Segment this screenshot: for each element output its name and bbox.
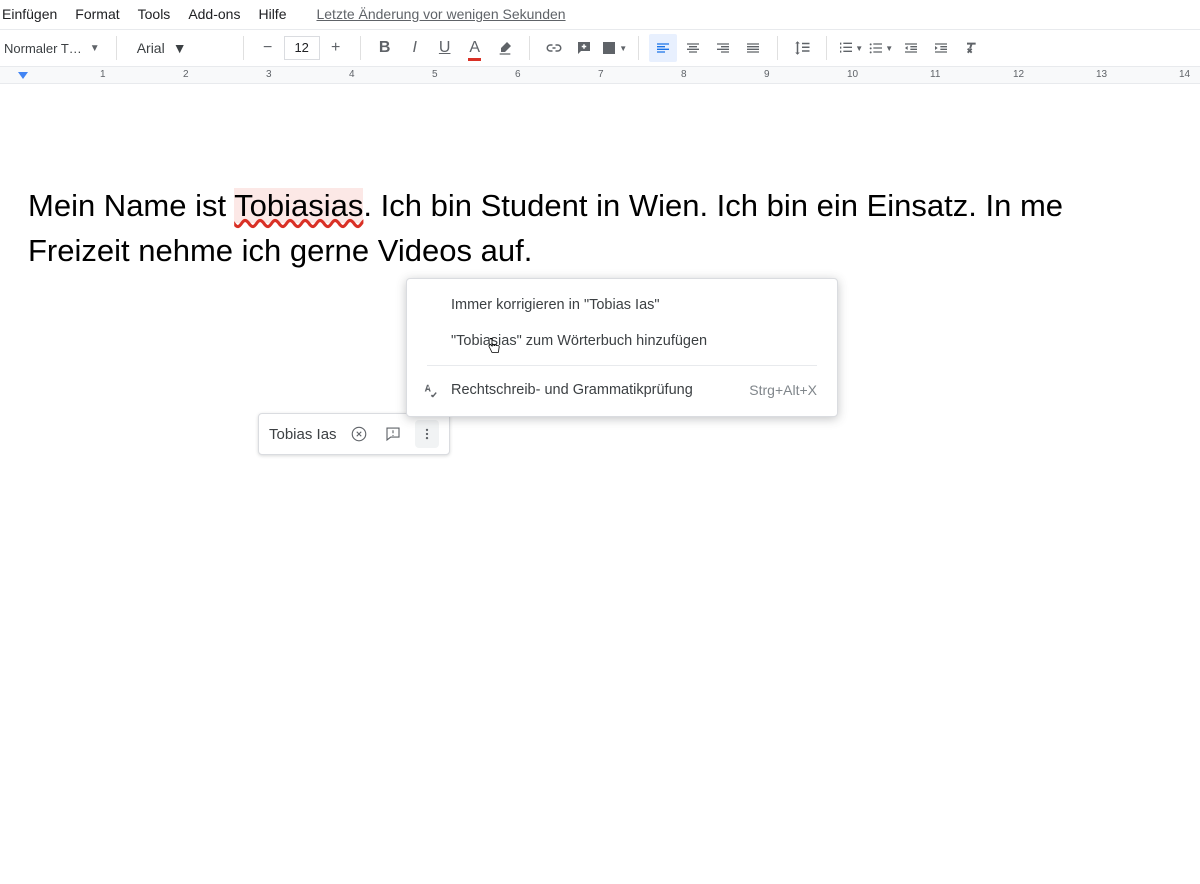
menu-divider: [427, 365, 817, 366]
highlight-button[interactable]: [491, 34, 519, 62]
paragraph-style-label: Normaler T…: [4, 41, 82, 56]
align-right-button[interactable]: [709, 34, 737, 62]
decrease-indent-icon: [903, 40, 919, 56]
ruler-tick: 5: [432, 69, 438, 80]
menu-format[interactable]: Format: [75, 6, 119, 22]
indent-marker-icon[interactable]: [18, 72, 28, 79]
numbered-list-button[interactable]: ▼: [837, 34, 865, 62]
align-justify-icon: [745, 40, 761, 56]
increase-font-size-button[interactable]: +: [322, 34, 350, 62]
numbered-list-icon: [838, 40, 854, 56]
kebab-icon: [420, 427, 434, 441]
ruler-tick: 11: [930, 69, 940, 80]
document-page[interactable]: Tobias Ias Immer korrigieren in "Tobias …: [0, 84, 1200, 884]
clear-formatting-icon: [963, 40, 979, 56]
comment-alert-icon: [384, 425, 402, 443]
separator: [638, 36, 639, 60]
text-run: Freizeit nehme ich gerne Videos auf.: [28, 233, 532, 268]
ruler-tick: 3: [266, 69, 272, 80]
separator: [777, 36, 778, 60]
ruler-tick: 1: [100, 69, 106, 80]
last-edit-link[interactable]: Letzte Änderung vor wenigen Sekunden: [316, 6, 565, 22]
document-body[interactable]: Mein Name ist Tobiasias. Ich bin Student…: [0, 184, 1200, 274]
bulleted-list-button[interactable]: ▼: [867, 34, 895, 62]
menu-addons[interactable]: Add-ons: [188, 6, 240, 22]
separator: [529, 36, 530, 60]
link-icon: [545, 39, 563, 57]
ruler-tick: 14: [1179, 69, 1190, 80]
misspelled-word[interactable]: Tobiasias: [234, 188, 363, 223]
underline-button[interactable]: U: [431, 34, 459, 62]
font-family-label: Arial: [137, 40, 165, 56]
caret-down-icon: ▼: [173, 40, 187, 56]
dismiss-suggestion-button[interactable]: [347, 422, 371, 446]
decrease-indent-button[interactable]: [897, 34, 925, 62]
font-family-select[interactable]: Arial ▼: [127, 40, 233, 56]
align-left-icon: [655, 40, 671, 56]
ruler-tick: 9: [764, 69, 770, 80]
menu-insert[interactable]: Einfügen: [2, 6, 57, 22]
spellcheck-suggestion-bubble: Tobias Ias: [258, 413, 450, 455]
separator: [360, 36, 361, 60]
separator: [826, 36, 827, 60]
menu-tools[interactable]: Tools: [138, 6, 171, 22]
more-options-button[interactable]: [415, 420, 439, 448]
menubar: Einfügen Format Tools Add-ons Hilfe Letz…: [0, 0, 1200, 29]
menu-shortcut: Strg+Alt+X: [749, 382, 817, 398]
menu-always-correct[interactable]: Immer korrigieren in "Tobias Ias": [407, 287, 837, 323]
ruler-tick: 4: [349, 69, 355, 80]
ruler[interactable]: 1 2 3 4 5 6 7 8 9 10 11 12 13 14: [0, 67, 1200, 84]
align-left-button[interactable]: [649, 34, 677, 62]
italic-button[interactable]: I: [401, 34, 429, 62]
text-run: . Ich bin Student in Wien. Ich bin ein E…: [363, 188, 1063, 223]
menu-add-to-dictionary[interactable]: "Tobiasias" zum Wörterbuch hinzufügen: [407, 323, 837, 359]
line-spacing-icon: [793, 39, 811, 57]
text-color-button[interactable]: A: [461, 34, 489, 62]
align-center-button[interactable]: [679, 34, 707, 62]
suggestion-text[interactable]: Tobias Ias: [269, 426, 337, 443]
spellcheck-icon: [421, 381, 439, 399]
menu-item-label: Rechtschreib- und Grammatikprüfung: [451, 382, 693, 398]
ruler-tick: 2: [183, 69, 189, 80]
close-circle-icon: [350, 425, 368, 443]
highlighter-icon: [497, 40, 513, 56]
feedback-button[interactable]: [381, 422, 405, 446]
increase-indent-button[interactable]: [927, 34, 955, 62]
font-size-input[interactable]: 12: [284, 36, 320, 60]
separator: [243, 36, 244, 60]
caret-down-icon: ▼: [90, 43, 100, 54]
separator: [116, 36, 117, 60]
bulleted-list-icon: [868, 40, 884, 56]
text-run: Mein Name ist: [28, 188, 234, 223]
spellcheck-context-menu: Immer korrigieren in "Tobias Ias" "Tobia…: [406, 278, 838, 417]
ruler-tick: 8: [681, 69, 687, 80]
ruler-tick: 10: [847, 69, 858, 80]
clear-formatting-button[interactable]: [957, 34, 985, 62]
ruler-tick: 7: [598, 69, 604, 80]
insert-image-button[interactable]: ▼: [600, 34, 628, 62]
line-spacing-button[interactable]: [788, 34, 816, 62]
menu-item-label: "Tobiasias" zum Wörterbuch hinzufügen: [451, 333, 707, 349]
ruler-tick: 13: [1096, 69, 1107, 80]
toolbar: Normaler T… ▼ Arial ▼ − 12 + B I U A ▼: [0, 29, 1200, 67]
menu-spell-grammar-check[interactable]: Rechtschreib- und Grammatikprüfung Strg+…: [407, 372, 837, 408]
decrease-font-size-button[interactable]: −: [254, 34, 282, 62]
bold-button[interactable]: B: [371, 34, 399, 62]
paragraph-style-select[interactable]: Normaler T… ▼: [4, 41, 106, 56]
align-justify-button[interactable]: [739, 34, 767, 62]
add-comment-button[interactable]: [570, 34, 598, 62]
insert-link-button[interactable]: [540, 34, 568, 62]
ruler-tick: 6: [515, 69, 521, 80]
ruler-tick: 12: [1013, 69, 1024, 80]
align-right-icon: [715, 40, 731, 56]
increase-indent-icon: [933, 40, 949, 56]
comment-plus-icon: [575, 39, 593, 57]
align-center-icon: [685, 40, 701, 56]
image-icon: [600, 39, 618, 57]
menu-item-label: Immer korrigieren in "Tobias Ias": [451, 297, 660, 313]
menu-help[interactable]: Hilfe: [258, 6, 286, 22]
